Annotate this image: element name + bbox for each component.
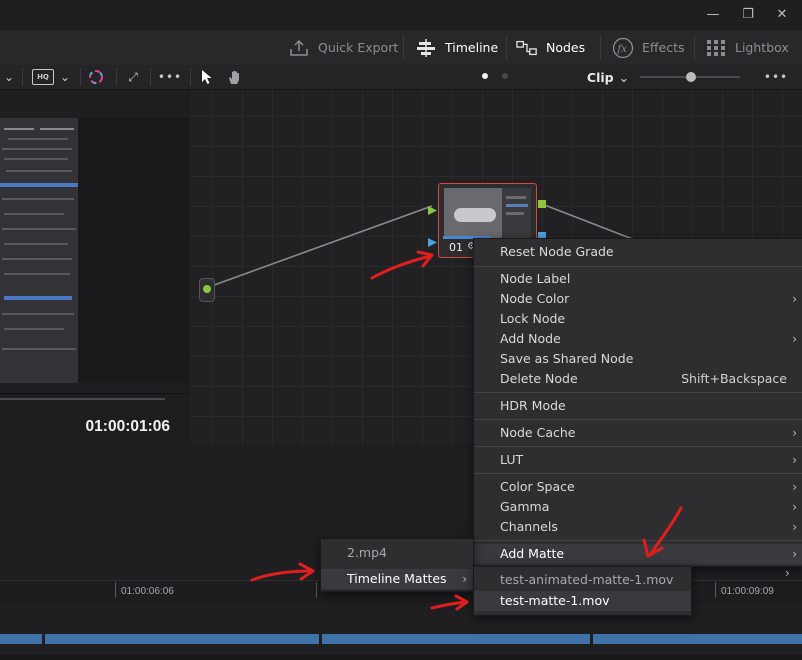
arrow-annotation-node [370,254,432,280]
arrow-annotation-add-matte [648,506,683,557]
annotation-arrows [250,250,683,611]
